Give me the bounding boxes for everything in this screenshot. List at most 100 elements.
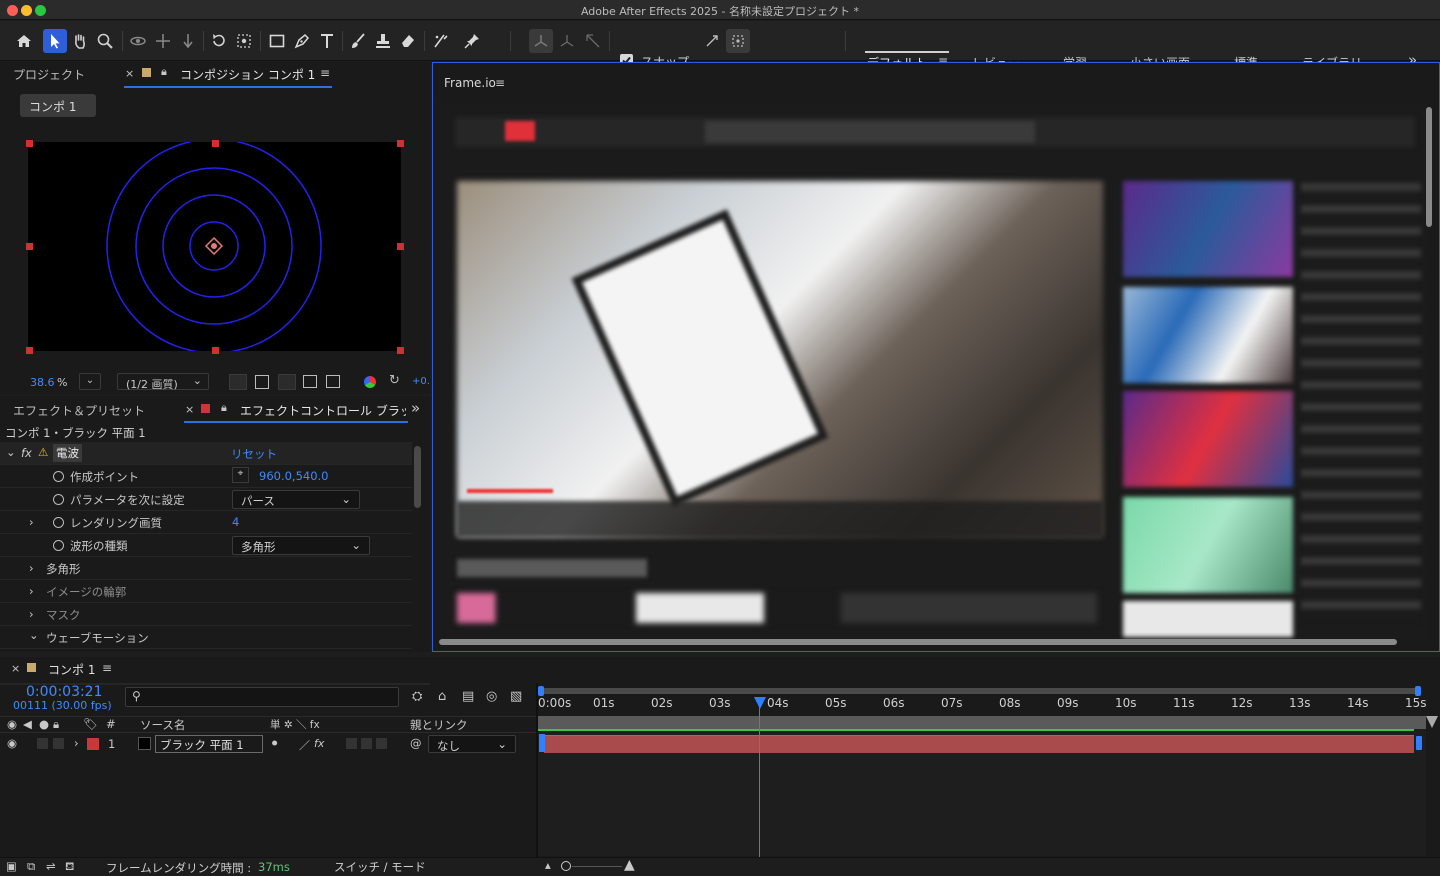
timeline-right-arrow[interactable] xyxy=(1426,716,1438,728)
layer-search-input[interactable]: ⚲ xyxy=(125,687,399,707)
pick-whip-icon[interactable]: @ xyxy=(410,736,422,750)
frameio-horizontal-scrollbar[interactable] xyxy=(439,639,1397,645)
frame-blending-icon[interactable]: ◎ xyxy=(486,689,497,704)
zoom-value[interactable]: 38.6 xyxy=(30,376,55,389)
tab-composition-close[interactable]: × xyxy=(125,67,134,80)
layer-handle[interactable] xyxy=(212,140,219,147)
eye-icon[interactable]: ◉ xyxy=(7,717,17,731)
reset-exposure-icon[interactable]: ↻ xyxy=(389,373,400,388)
rotate-tool-icon[interactable] xyxy=(207,29,231,53)
work-area-start[interactable] xyxy=(538,686,544,696)
tab-project[interactable]: プロジェクト xyxy=(13,66,85,83)
zoom-out-icon[interactable]: ▴ xyxy=(545,858,551,872)
layer-handle[interactable] xyxy=(212,347,219,354)
stopwatch-icon[interactable] xyxy=(53,540,64,551)
comp-1-button[interactable]: コンポ 1 xyxy=(20,94,96,117)
brush-tool-icon[interactable] xyxy=(346,29,370,53)
layer-handle[interactable] xyxy=(397,140,404,147)
out-point-icon[interactable] xyxy=(1416,736,1422,750)
clone-stamp-icon[interactable] xyxy=(371,29,395,53)
region-of-interest-icon[interactable] xyxy=(303,375,317,388)
orbit-camera-icon[interactable] xyxy=(126,29,150,53)
type-tool-icon[interactable] xyxy=(315,29,339,53)
motion-blur-switch[interactable] xyxy=(346,738,357,749)
3d-switch[interactable] xyxy=(376,738,387,749)
pan-behind-icon[interactable] xyxy=(232,29,256,53)
chevron-right-icon[interactable]: › xyxy=(74,736,79,750)
timeline-comp-tab[interactable]: コンポ 1 xyxy=(48,661,95,678)
timeline-panel-menu[interactable]: ≡ xyxy=(102,661,112,675)
chevron-down-icon[interactable]: ⌄ xyxy=(6,445,16,459)
chevron-right-icon[interactable]: › xyxy=(29,584,34,598)
effects-switch[interactable]: fx xyxy=(314,737,324,750)
stopwatch-icon[interactable] xyxy=(53,517,64,528)
chevron-down-icon[interactable]: ⌄ xyxy=(29,628,39,642)
crosshair-icon[interactable]: ⌖ xyxy=(232,467,249,483)
work-area-bar[interactable] xyxy=(541,688,1419,694)
chevron-right-icon[interactable]: › xyxy=(29,561,34,575)
wave-type-dropdown[interactable]: 多角形 ⌄ xyxy=(232,536,370,555)
layer-handle[interactable] xyxy=(26,243,33,250)
solo-icon[interactable]: ● xyxy=(39,717,49,731)
fast-preview-icon[interactable] xyxy=(229,374,247,390)
parameters-set-to-dropdown[interactable]: パース ⌄ xyxy=(232,490,360,509)
embedded-web-content[interactable] xyxy=(435,103,1427,639)
group-wave-motion[interactable]: ⌄ ウェーブモーション xyxy=(0,626,412,649)
quality-switch[interactable]: ／ xyxy=(299,737,310,753)
fx-toggle[interactable]: fx xyxy=(21,446,32,460)
frameio-panel-menu[interactable]: ≡ xyxy=(495,76,505,90)
tab-effect-controls-close[interactable]: × xyxy=(185,403,194,416)
home-icon[interactable] xyxy=(12,29,36,53)
layer-handle[interactable] xyxy=(397,243,404,250)
playhead[interactable] xyxy=(753,687,766,857)
frameio-vertical-scrollbar[interactable] xyxy=(1426,107,1432,227)
chevron-right-icon[interactable]: › xyxy=(29,515,34,529)
zoom-dropdown-button[interactable]: ⌄ xyxy=(79,373,101,390)
zoom-slider-track[interactable] xyxy=(572,866,622,867)
render-quality-value[interactable]: 4 xyxy=(232,515,239,529)
effect-name[interactable]: 電波 xyxy=(53,444,82,462)
timeline-tab-close[interactable]: × xyxy=(11,662,20,675)
current-timecode[interactable]: 0:00:03:21 xyxy=(26,684,103,700)
zoom-in-icon[interactable]: ▲ xyxy=(624,857,635,873)
create-point-value[interactable]: 960.0,540.0 xyxy=(259,469,329,483)
source-name-header[interactable]: ソース名 xyxy=(140,717,185,733)
solo-toggle[interactable] xyxy=(53,738,64,749)
layer-row[interactable]: ◉ › 1 ブラック 平面 1 ⚫ ／ fx @ なし ⌄ xyxy=(0,735,536,754)
zoom-tool-icon[interactable] xyxy=(93,29,117,53)
stopwatch-icon[interactable] xyxy=(53,494,64,505)
collapse-switch[interactable]: ⚫ xyxy=(270,737,279,750)
reset-link[interactable]: リセット xyxy=(231,446,277,462)
pan-camera-icon[interactable] xyxy=(151,29,175,53)
layer-label-color[interactable] xyxy=(87,738,99,750)
group-mask[interactable]: › マスク xyxy=(0,603,412,626)
snap-features-icon[interactable] xyxy=(726,29,750,53)
composition-viewer[interactable] xyxy=(28,138,401,354)
motion-blur-icon[interactable]: ▧ xyxy=(510,689,522,704)
selection-tool-icon[interactable] xyxy=(43,29,67,53)
hand-tool-icon[interactable] xyxy=(68,29,92,53)
effect-controls-scrollbar[interactable] xyxy=(414,446,421,508)
composition-mini-flowchart-icon[interactable]: ⛭ xyxy=(412,689,422,704)
label-icon[interactable]: 🏷︎ xyxy=(83,717,98,731)
in-point-marker[interactable] xyxy=(539,734,545,752)
visibility-eye-icon[interactable]: ◉ xyxy=(7,736,17,750)
group-image-contour[interactable]: › イメージの輪郭 xyxy=(0,580,412,603)
snap-edges-icon[interactable] xyxy=(700,29,724,53)
shy-layers-icon[interactable]: ▤ xyxy=(462,689,474,704)
transparency-grid-icon[interactable] xyxy=(255,375,269,389)
layer-duration-bar[interactable] xyxy=(544,735,1414,753)
layer-name[interactable]: ブラック 平面 1 xyxy=(155,735,263,753)
roto-brush-icon[interactable] xyxy=(429,29,453,53)
audio-toggle[interactable] xyxy=(37,738,48,749)
adjustment-switch[interactable] xyxy=(361,738,372,749)
dolly-camera-icon[interactable] xyxy=(176,29,200,53)
grid-guides-icon[interactable] xyxy=(326,375,340,388)
render-time-icon[interactable]: ⛾ xyxy=(65,859,74,875)
composition-panel-menu[interactable]: ≡ xyxy=(320,66,330,80)
playhead-handle[interactable] xyxy=(753,697,766,709)
tab-effect-controls[interactable]: エフェクトコントロール ブラッ xyxy=(240,402,406,419)
effect-header-row[interactable]: ⌄ fx ⚠ 電波 リセット xyxy=(0,442,412,465)
draft-3d-icon[interactable]: ⌂ xyxy=(438,689,446,704)
layer-handle[interactable] xyxy=(397,347,404,354)
